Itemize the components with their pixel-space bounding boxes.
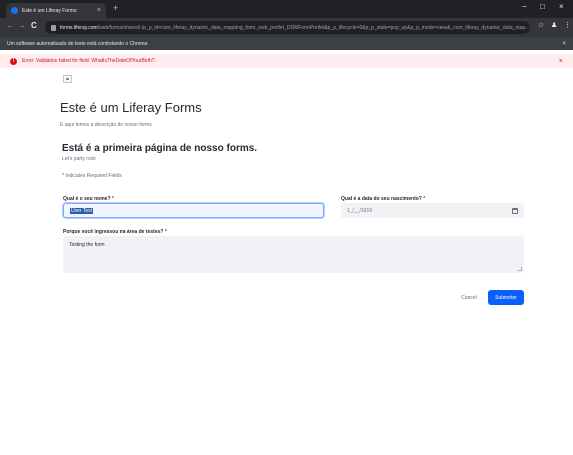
form-description: E aqui temos a descrição do nosso forms [60, 122, 152, 128]
name-required-star: * [111, 196, 114, 202]
reason-textarea-value: Testing the form [69, 242, 105, 248]
calendar-icon[interactable] [512, 207, 518, 214]
required-fields-note: * Indicates Required Fields [62, 173, 122, 179]
page-title: Está é a primeira página de nosso forms. [62, 143, 258, 154]
error-message: Error: Validation failed for field: What… [22, 58, 156, 64]
reload-icon[interactable]: C [31, 22, 37, 30]
reason-field-label: Porque você ingressou na área de testes?… [63, 229, 167, 235]
page-description: Let's party rock [62, 156, 96, 162]
error-icon: ! [10, 57, 17, 65]
browser-tab-strip: Este é um Liferay Forms × + − □ × [0, 0, 573, 18]
birth-date-required-star: * [423, 196, 426, 202]
reason-textarea[interactable]: Testing the form [63, 236, 524, 273]
required-note-star: * [62, 173, 64, 179]
maximize-button[interactable]: □ [540, 3, 545, 11]
alert-close-icon[interactable]: × [559, 58, 563, 65]
profile-icon[interactable]: ♟ [551, 22, 557, 29]
name-label-text: Qual é o seu nome? [63, 196, 111, 202]
browser-toolbar: ← → C forms.liferay.com /web/forms/share… [0, 18, 573, 37]
broken-image-icon [63, 75, 72, 83]
bookmark-star-icon[interactable]: ☆ [538, 22, 544, 29]
resize-handle-icon[interactable] [518, 267, 522, 271]
close-window-button[interactable]: × [559, 3, 564, 11]
required-note-text: Indicates Required Fields [65, 173, 122, 179]
automation-infobar: Um software automatizado de teste está c… [0, 37, 573, 50]
menu-icon[interactable]: ⋮ [564, 22, 571, 29]
infobar-close-icon[interactable]: × [562, 41, 566, 47]
birth-date-field-label: Qual é a data do seu nascimento? * [341, 196, 425, 202]
cancel-button[interactable]: Cancel [454, 290, 484, 305]
tab-close-icon[interactable]: × [97, 7, 101, 14]
birth-date-placeholder: 1_/__/1919 [347, 207, 373, 214]
infobar-message: Um software automatizado de teste está c… [7, 40, 149, 47]
url-path: /web/forms/shared/-/p_p_id=com_liferay_d… [97, 24, 530, 31]
name-input[interactable]: User Test [63, 203, 324, 218]
reason-label-text: Porque você ingressou na área de testes? [63, 229, 164, 235]
minimize-button[interactable]: − [522, 3, 527, 11]
browser-tab[interactable]: Este é um Liferay Forms × [6, 3, 106, 18]
back-arrow-icon[interactable]: ← [6, 22, 14, 30]
birth-date-label-text: Qual é a data do seu nascimento? [341, 196, 422, 202]
validation-error-alert: ! Error: Validation failed for field: Wh… [0, 54, 573, 68]
tab-title: Este é um Liferay Forms [22, 7, 77, 14]
form-title: Este é um Liferay Forms [60, 100, 202, 115]
forward-arrow-icon[interactable]: → [18, 22, 26, 30]
name-field-label: Qual é o seu nome? * [63, 196, 114, 202]
new-tab-button[interactable]: + [113, 4, 118, 13]
name-input-value: User Test [70, 207, 94, 214]
birth-date-input[interactable]: 1_/__/1919 [341, 203, 524, 218]
liferay-favicon-icon [11, 7, 18, 14]
reason-required-star: * [164, 229, 167, 235]
submit-button[interactable]: Submeter [488, 290, 524, 305]
lock-icon [51, 24, 56, 31]
address-bar[interactable]: forms.liferay.com /web/forms/shared/-/p_… [45, 21, 530, 34]
url-host: forms.liferay.com [60, 24, 98, 31]
